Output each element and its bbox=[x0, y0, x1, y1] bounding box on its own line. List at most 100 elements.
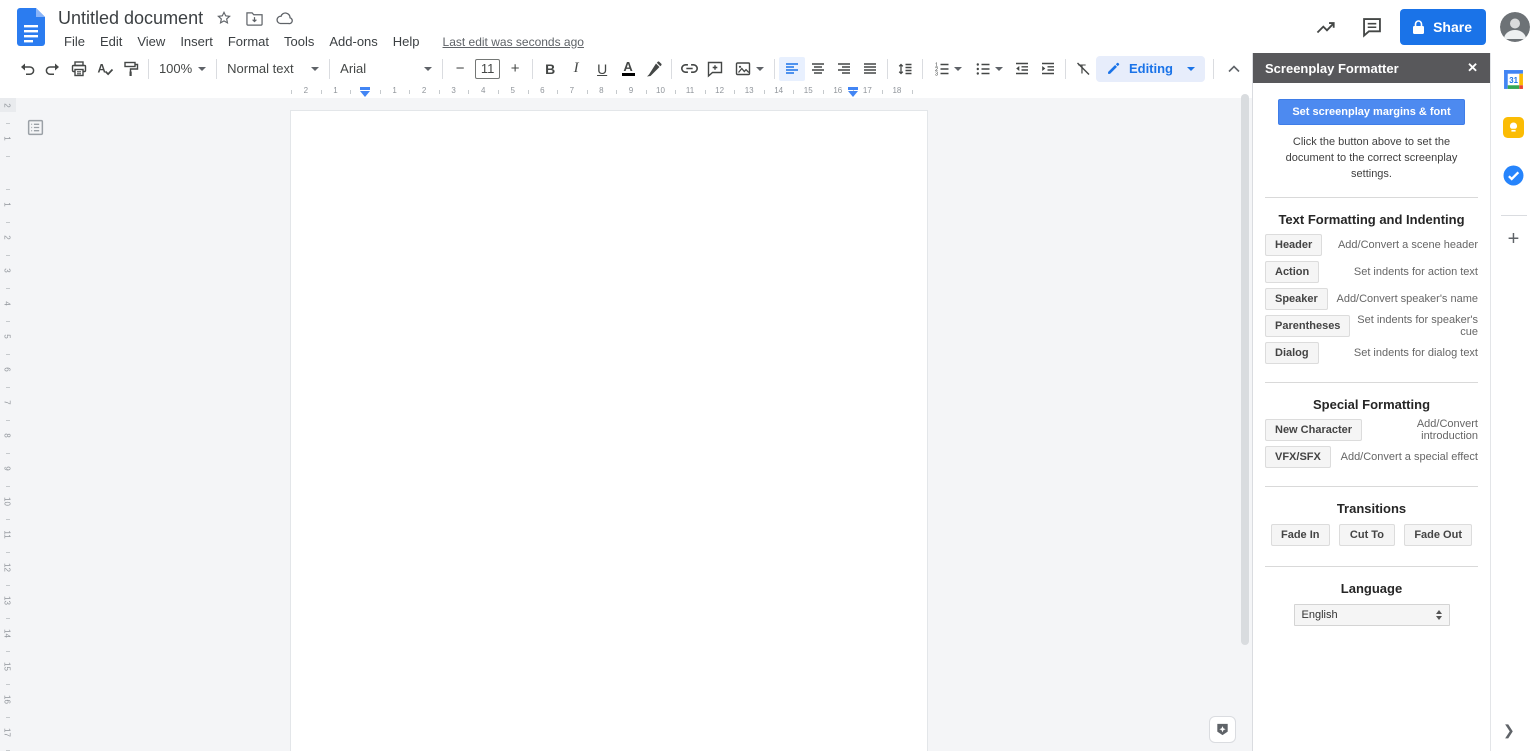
insert-link-button[interactable] bbox=[676, 57, 702, 81]
divider bbox=[1265, 565, 1478, 567]
horizontal-ruler[interactable]: 1 2 1 2 3 4 5 6 7 8 9 10 11 12 13 14 15 16 17 18 bbox=[0, 84, 1252, 98]
increase-indent-button[interactable] bbox=[1035, 57, 1061, 81]
menu-bar: File Edit View Insert Format Tools Add-o… bbox=[58, 32, 584, 51]
stats-icon[interactable] bbox=[1308, 9, 1344, 45]
text-color-button[interactable]: A bbox=[615, 57, 641, 81]
avatar[interactable] bbox=[1500, 12, 1530, 42]
ruler-number: 6 bbox=[540, 86, 545, 95]
hide-menus-button[interactable] bbox=[1222, 57, 1246, 81]
format-row-dialog: Dialog Set indents for dialog text bbox=[1265, 342, 1478, 365]
menu-format[interactable]: Format bbox=[222, 32, 275, 51]
language-select[interactable]: English bbox=[1293, 603, 1450, 626]
close-icon[interactable]: ✕ bbox=[1467, 60, 1478, 76]
line-spacing-button[interactable] bbox=[892, 57, 918, 81]
align-center-button[interactable] bbox=[805, 57, 831, 81]
font-size-input[interactable]: 11 bbox=[475, 58, 501, 79]
paint-format-button[interactable] bbox=[118, 57, 144, 81]
set-margins-button[interactable]: Set screenplay margins & font bbox=[1278, 99, 1465, 125]
paragraph-style-select[interactable]: Normal text bbox=[221, 57, 325, 81]
spellcheck-button[interactable]: A bbox=[92, 57, 118, 81]
docs-logo-icon[interactable] bbox=[17, 8, 45, 46]
toolbar-divider bbox=[329, 58, 331, 79]
numbered-list-button[interactable]: 123 bbox=[927, 57, 968, 81]
print-button[interactable] bbox=[66, 57, 92, 81]
document-page[interactable] bbox=[290, 110, 928, 751]
document-scrollbar[interactable] bbox=[1241, 94, 1249, 645]
top-bar: Untitled document File Edit View Insert … bbox=[0, 0, 1536, 53]
move-folder-icon[interactable] bbox=[245, 9, 263, 27]
calendar-icon[interactable]: 31 bbox=[1500, 65, 1528, 93]
new-character-button[interactable]: New Character bbox=[1265, 419, 1363, 442]
dialog-button[interactable]: Dialog bbox=[1265, 342, 1319, 365]
row-description: Add/Convert a scene header bbox=[1337, 239, 1478, 252]
font-value: Arial bbox=[340, 61, 367, 76]
italic-button[interactable]: I bbox=[563, 57, 589, 81]
ruler-number: 16 bbox=[833, 86, 843, 95]
document-title[interactable]: Untitled document bbox=[58, 8, 203, 29]
highlight-color-button[interactable] bbox=[641, 57, 667, 81]
keep-icon[interactable] bbox=[1500, 113, 1528, 141]
add-comment-button[interactable] bbox=[702, 57, 728, 81]
justify-button[interactable] bbox=[857, 57, 883, 81]
section-heading-text-formatting: Text Formatting and Indenting bbox=[1278, 211, 1465, 227]
toolbar-divider bbox=[1064, 58, 1066, 79]
document-canvas[interactable]: 12123456789101112131415161718 bbox=[0, 98, 1252, 751]
menu-addons[interactable]: Add-ons bbox=[323, 32, 383, 51]
ruler-number: 9 bbox=[628, 86, 634, 95]
ruler-number: 17 bbox=[2, 728, 12, 737]
star-icon[interactable] bbox=[215, 9, 233, 27]
align-right-button[interactable] bbox=[831, 57, 857, 81]
action-button[interactable]: Action bbox=[1265, 261, 1320, 284]
redo-button[interactable] bbox=[40, 57, 66, 81]
comment-history-icon[interactable] bbox=[1354, 9, 1390, 45]
side-panel-rail: 31 + ❯ bbox=[1490, 53, 1536, 751]
right-indent-marker[interactable] bbox=[847, 87, 858, 97]
tasks-icon[interactable] bbox=[1500, 161, 1528, 189]
format-row-new-character: New Character Add/Convert introduction bbox=[1265, 418, 1478, 442]
cut-to-button[interactable]: Cut To bbox=[1338, 523, 1395, 546]
decrease-font-size-button[interactable]: − bbox=[447, 57, 473, 81]
menu-help[interactable]: Help bbox=[387, 32, 426, 51]
zoom-select[interactable]: 100% bbox=[153, 57, 212, 81]
increase-font-size-button[interactable]: + bbox=[502, 57, 528, 81]
ruler-number: 12 bbox=[715, 86, 725, 95]
toolbar-divider bbox=[921, 58, 923, 79]
header-button[interactable]: Header bbox=[1265, 234, 1323, 257]
align-left-button[interactable] bbox=[779, 56, 806, 81]
menu-insert[interactable]: Insert bbox=[174, 32, 219, 51]
menu-file[interactable]: File bbox=[58, 32, 91, 51]
hide-side-panel-chevron-icon[interactable]: ❯ bbox=[1503, 722, 1515, 739]
left-indent-marker[interactable] bbox=[360, 87, 370, 97]
underline-button[interactable]: U bbox=[589, 57, 615, 81]
ruler-number: 9 bbox=[2, 466, 12, 471]
mode-select[interactable]: Editing bbox=[1095, 55, 1205, 82]
language-value: English bbox=[1301, 608, 1338, 621]
toolbar-divider bbox=[671, 58, 673, 79]
menu-tools[interactable]: Tools bbox=[278, 32, 320, 51]
get-addons-plus-icon[interactable]: + bbox=[1508, 229, 1520, 249]
font-select[interactable]: Arial bbox=[334, 57, 438, 81]
row-description: Add/Convert speaker's name bbox=[1336, 293, 1478, 306]
ruler-number: 10 bbox=[656, 86, 665, 95]
decrease-indent-button[interactable] bbox=[1009, 57, 1035, 81]
insert-image-button[interactable] bbox=[728, 57, 770, 81]
undo-button[interactable] bbox=[14, 57, 40, 81]
share-button[interactable]: Share bbox=[1400, 9, 1486, 45]
speaker-button[interactable]: Speaker bbox=[1265, 288, 1328, 311]
explore-button[interactable] bbox=[1209, 716, 1236, 743]
fade-out-button[interactable]: Fade Out bbox=[1404, 523, 1472, 546]
ruler-number: 5 bbox=[2, 334, 12, 339]
menu-edit[interactable]: Edit bbox=[94, 32, 128, 51]
last-edit-link[interactable]: Last edit was seconds ago bbox=[443, 35, 584, 49]
vfx-sfx-button[interactable]: VFX/SFX bbox=[1265, 446, 1331, 469]
bulleted-list-button[interactable] bbox=[968, 57, 1009, 81]
parentheses-button[interactable]: Parentheses bbox=[1265, 315, 1351, 338]
menu-view[interactable]: View bbox=[131, 32, 171, 51]
vertical-ruler[interactable]: 12123456789101112131415161718 bbox=[0, 98, 16, 751]
clear-formatting-button[interactable]: T bbox=[1070, 57, 1096, 81]
chevron-down-icon bbox=[994, 66, 1003, 71]
bold-button[interactable]: B bbox=[537, 57, 563, 81]
fade-in-button[interactable]: Fade In bbox=[1271, 523, 1330, 546]
show-outline-button[interactable] bbox=[24, 116, 46, 138]
cloud-status-icon[interactable] bbox=[275, 9, 293, 27]
